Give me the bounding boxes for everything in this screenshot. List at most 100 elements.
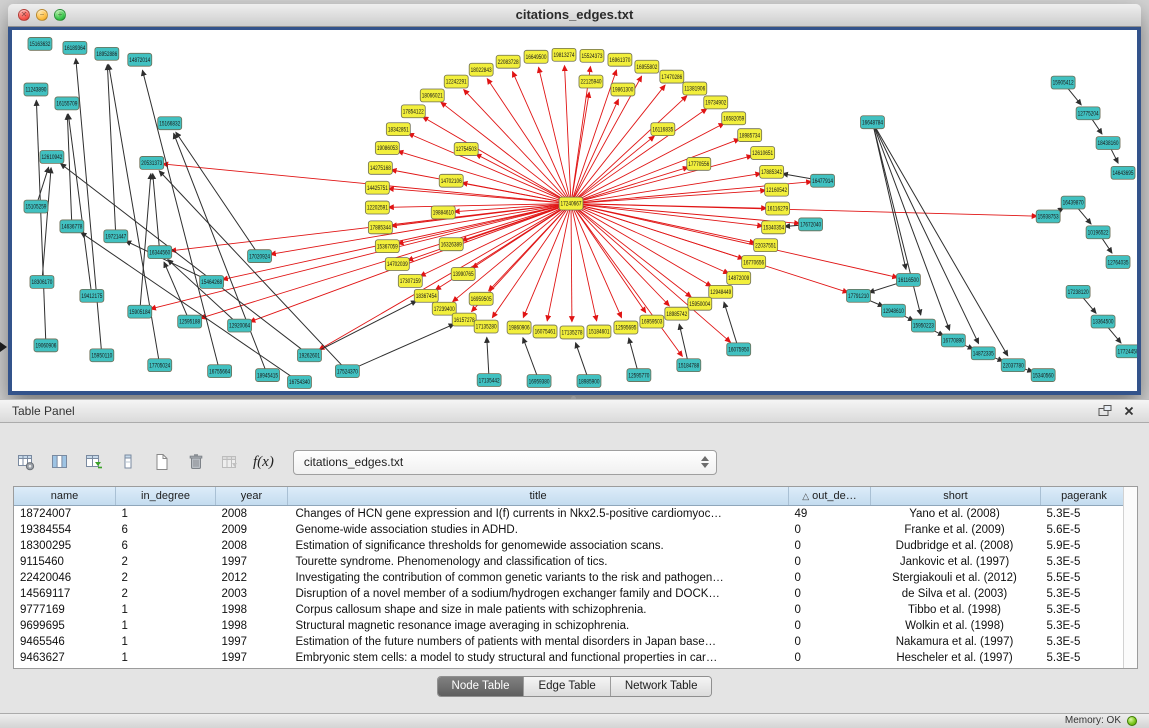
- graph-node[interactable]: 12920064: [228, 319, 252, 332]
- cell-title[interactable]: Investigating the contribution of common…: [288, 570, 789, 586]
- graph-edge[interactable]: [523, 204, 571, 318]
- cell-out_de[interactable]: 0: [789, 602, 871, 618]
- graph-node[interactable]: 15950110: [90, 349, 114, 362]
- graph-node[interactable]: 18985742: [665, 307, 689, 320]
- tab-network-table[interactable]: Network Table: [611, 677, 712, 696]
- cell-in_degree[interactable]: 6: [116, 522, 216, 538]
- graph-edge[interactable]: [67, 114, 72, 226]
- graph-edge[interactable]: [539, 67, 571, 203]
- cell-in_degree[interactable]: 2: [116, 586, 216, 602]
- graph-node[interactable]: 17135442: [477, 374, 501, 387]
- cell-name[interactable]: 18724007: [14, 506, 116, 523]
- cell-title[interactable]: Estimation of the future numbers of pati…: [288, 634, 789, 650]
- graph-node[interactable]: 16959503: [640, 315, 664, 328]
- show-columns-icon[interactable]: [46, 448, 74, 476]
- graph-node[interactable]: 16116279: [766, 202, 790, 215]
- graph-node[interactable]: 17885342: [760, 165, 784, 178]
- graph-node[interactable]: 16755664: [208, 365, 232, 378]
- cell-name[interactable]: 18300295: [14, 538, 116, 554]
- graph-node[interactable]: 12595770: [627, 369, 651, 382]
- cell-short[interactable]: Nakamura et al. (1997): [871, 634, 1041, 650]
- graph-node[interactable]: 14636778: [60, 220, 84, 233]
- cell-title[interactable]: Corpus callosum shape and size in male p…: [288, 602, 789, 618]
- graph-node[interactable]: 12242291: [444, 75, 468, 88]
- graph-node[interactable]: 15950004: [688, 297, 712, 310]
- close-panel-icon[interactable]: [1121, 404, 1137, 418]
- graph-node[interactable]: 19721447: [104, 230, 128, 243]
- column-header-pagerank[interactable]: pagerank: [1041, 487, 1128, 506]
- graph-node[interactable]: 18985900: [577, 375, 601, 388]
- graph-edge[interactable]: [571, 96, 687, 204]
- column-header-out_de[interactable]: △out_de…: [789, 487, 871, 506]
- graph-node[interactable]: 17135278: [560, 326, 584, 339]
- graph-edge[interactable]: [140, 174, 151, 312]
- graph-node[interactable]: 14872009: [727, 271, 751, 284]
- graph-node[interactable]: 10196522: [1086, 226, 1110, 239]
- graph-node[interactable]: 16075950: [727, 343, 751, 356]
- graph-edge[interactable]: [872, 122, 1007, 356]
- graph-edge[interactable]: [487, 79, 571, 204]
- graph-node[interactable]: 16477914: [811, 174, 835, 187]
- graph-node[interactable]: 17239400: [432, 302, 456, 315]
- graph-node[interactable]: 12948449: [709, 285, 733, 298]
- tab-edge-table[interactable]: Edge Table: [524, 677, 610, 696]
- cell-name[interactable]: 14569117: [14, 586, 116, 602]
- graph-node[interactable]: 13990765: [451, 268, 475, 281]
- hidden-panel-handle-icon[interactable]: [0, 342, 7, 352]
- graph-edge[interactable]: [153, 174, 160, 252]
- graph-node[interactable]: 12160542: [765, 183, 789, 196]
- graph-node[interactable]: 11243890: [24, 83, 48, 96]
- cell-name[interactable]: 9465546: [14, 634, 116, 650]
- graph-node[interactable]: 19813274: [552, 48, 576, 61]
- graph-node[interactable]: 16770656: [742, 256, 766, 269]
- graph-node[interactable]: 17724450: [1116, 345, 1137, 358]
- graph-node[interactable]: 14702106: [439, 174, 463, 187]
- graph-node[interactable]: 16439870: [1061, 196, 1085, 209]
- graph-edge[interactable]: [36, 100, 46, 345]
- graph-node[interactable]: 15464268: [200, 275, 224, 288]
- float-panel-icon[interactable]: [1097, 404, 1113, 418]
- graph-node[interactable]: 14275168: [368, 161, 392, 174]
- column-header-title[interactable]: title: [288, 487, 789, 506]
- cell-in_degree[interactable]: 2: [116, 554, 216, 570]
- graph-node[interactable]: 15367059: [375, 240, 399, 253]
- cell-name[interactable]: 22420046: [14, 570, 116, 586]
- function-builder-icon[interactable]: f(x): [250, 448, 277, 476]
- cell-out_de[interactable]: 0: [789, 570, 871, 586]
- graph-node[interactable]: 16157278: [452, 313, 476, 326]
- cell-year[interactable]: 1997: [216, 650, 288, 666]
- cell-pagerank[interactable]: 5.3E-5: [1041, 586, 1128, 602]
- single-column-icon[interactable]: [114, 448, 142, 476]
- graph-node[interactable]: 16189364: [63, 41, 87, 54]
- new-table-icon[interactable]: [148, 448, 176, 476]
- cell-year[interactable]: 1997: [216, 554, 288, 570]
- graph-node[interactable]: 16155709: [55, 97, 79, 110]
- graph-node[interactable]: 17524370: [335, 365, 359, 378]
- graph-node[interactable]: 16959380: [527, 375, 551, 388]
- column-header-year[interactable]: year: [216, 487, 288, 506]
- graph-node[interactable]: 19086053: [375, 142, 399, 155]
- cell-short[interactable]: de Silva et al. (2003): [871, 586, 1041, 602]
- cell-short[interactable]: Stergiakouli et al. (2012): [871, 570, 1041, 586]
- graph-node[interactable]: 16961370: [608, 53, 632, 66]
- graph-node[interactable]: 12948610: [881, 304, 905, 317]
- cell-name[interactable]: 9699695: [14, 618, 116, 634]
- cell-year[interactable]: 2003: [216, 586, 288, 602]
- cell-pagerank[interactable]: 5.6E-5: [1041, 522, 1128, 538]
- cell-title[interactable]: Estimation of significance thresholds fo…: [288, 538, 789, 554]
- graph-edge[interactable]: [565, 66, 571, 204]
- table-scrollbar[interactable]: [1123, 487, 1137, 668]
- graph-edge[interactable]: [107, 65, 115, 237]
- cell-year[interactable]: 2008: [216, 538, 288, 554]
- graph-node[interactable]: 18985734: [738, 129, 762, 142]
- graph-node[interactable]: 11381906: [683, 82, 707, 95]
- column-header-name[interactable]: name: [14, 487, 116, 506]
- graph-node[interactable]: 19884610: [431, 206, 455, 219]
- cell-in_degree[interactable]: 1: [116, 634, 216, 650]
- graph-node[interactable]: 12764035: [1106, 256, 1130, 269]
- cell-title[interactable]: Disruption of a novel member of a sodium…: [288, 586, 789, 602]
- graph-node[interactable]: 18945415: [256, 369, 280, 382]
- graph-node[interactable]: 18367454: [414, 289, 438, 302]
- graph-node[interactable]: 17791210: [847, 289, 871, 302]
- graph-node[interactable]: 12610651: [751, 147, 775, 160]
